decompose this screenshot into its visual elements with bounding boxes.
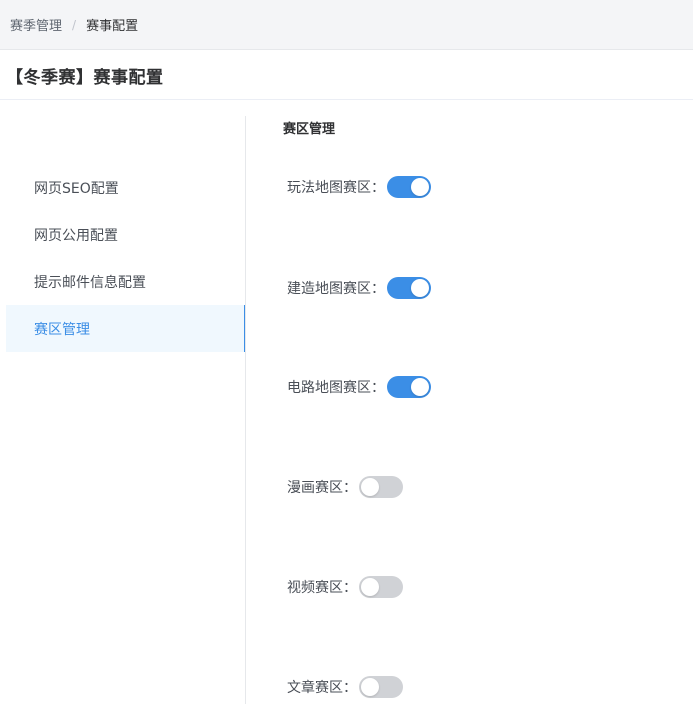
form-row-article: 文章赛区： <box>287 676 403 698</box>
switch-label: 玩法地图赛区： <box>287 180 385 196</box>
form-row-video: 视频赛区： <box>287 576 403 598</box>
comic-toggle[interactable] <box>359 476 403 498</box>
switch-label: 漫画赛区： <box>287 480 357 496</box>
toggle-knob <box>361 678 379 696</box>
breadcrumb-item-season-management[interactable]: 赛季管理 <box>10 15 62 34</box>
video-toggle[interactable] <box>359 576 403 598</box>
breadcrumb-item-event-config: 赛事配置 <box>86 19 139 34</box>
toggle-knob <box>411 279 429 297</box>
form-row-build-map: 建造地图赛区： <box>287 277 431 299</box>
sidebar-item-email-config[interactable]: 提示邮件信息配置 <box>6 258 246 305</box>
form-row-comic: 漫画赛区： <box>287 476 403 498</box>
toggle-knob <box>361 478 379 496</box>
build-map-toggle[interactable] <box>387 277 431 299</box>
article-toggle[interactable] <box>359 676 403 698</box>
section-title: 赛区管理 <box>283 122 336 137</box>
toggle-knob <box>411 178 429 196</box>
switch-label: 建造地图赛区： <box>287 281 385 297</box>
breadcrumb-separator: / <box>72 17 77 32</box>
breadcrumb: 赛季管理 / 赛事配置 <box>0 0 693 50</box>
circuit-map-toggle[interactable] <box>387 376 431 398</box>
gameplay-map-toggle[interactable] <box>387 176 431 198</box>
switch-label: 电路地图赛区： <box>287 380 385 396</box>
sidebar-item-division-management[interactable]: 赛区管理 <box>6 305 246 352</box>
page-title: 【冬季赛】赛事配置 <box>0 52 693 100</box>
sidebar-item-common-config[interactable]: 网页公用配置 <box>6 211 246 258</box>
vertical-divider <box>245 116 246 704</box>
toggle-knob <box>411 378 429 396</box>
sidebar-item-seo-config[interactable]: 网页SEO配置 <box>6 164 246 211</box>
switch-label: 文章赛区： <box>287 680 357 696</box>
switch-label: 视频赛区： <box>287 580 357 596</box>
form-row-circuit-map: 电路地图赛区： <box>287 376 431 398</box>
form-row-gameplay-map: 玩法地图赛区： <box>287 176 431 198</box>
sidebar-menu: 网页SEO配置 网页公用配置 提示邮件信息配置 赛区管理 <box>6 164 246 352</box>
toggle-knob <box>361 578 379 596</box>
